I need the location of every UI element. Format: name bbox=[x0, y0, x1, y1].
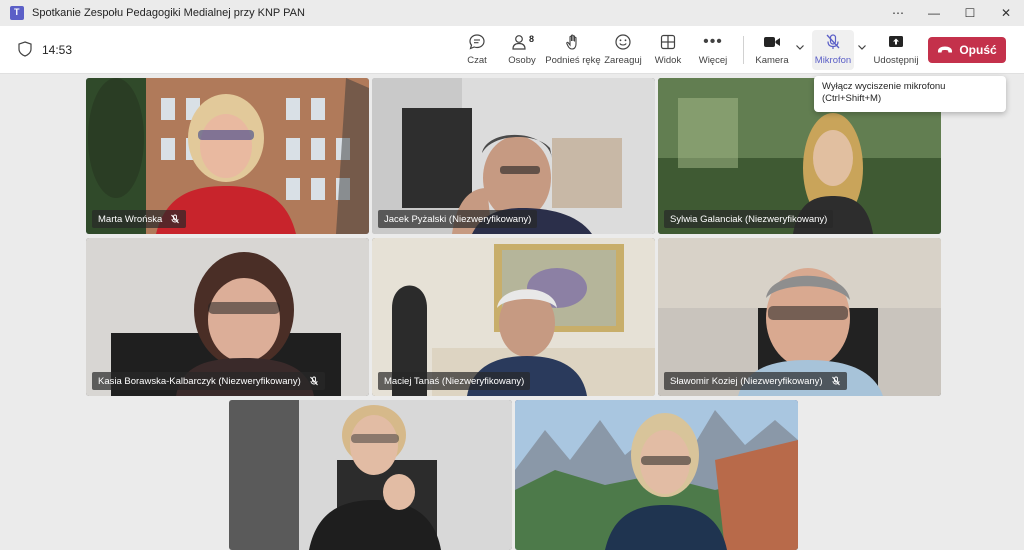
mic-muted-icon bbox=[831, 376, 840, 386]
chat-label: Czat bbox=[467, 55, 487, 66]
chat-icon bbox=[468, 31, 486, 53]
tooltip-line2: (Ctrl+Shift+M) bbox=[822, 93, 882, 104]
view-button[interactable]: Widok bbox=[652, 31, 684, 71]
react-label: Zareaguj bbox=[604, 55, 642, 66]
participant-tile[interactable]: Marta Wrońska bbox=[86, 78, 369, 234]
mic-label: Mikrofon bbox=[814, 55, 852, 66]
video-stage: Marta Wrońska Jacek Pyżalski (Niezweryfi… bbox=[0, 74, 1024, 550]
participant-tile[interactable]: Maciej Tanaś (Niezweryfikowany) bbox=[372, 238, 655, 396]
camera-button[interactable]: Kamera bbox=[754, 31, 790, 71]
view-label: Widok bbox=[654, 55, 682, 66]
share-screen-icon bbox=[887, 31, 905, 53]
meeting-timer: 14:53 bbox=[42, 43, 73, 57]
participant-nameplate: Maciej Tanaś (Niezweryfikowany) bbox=[378, 372, 531, 390]
participant-tile[interactable] bbox=[229, 400, 512, 550]
raise-hand-label: Podnieś rękę bbox=[545, 55, 601, 66]
more-button[interactable]: ••• Więcej bbox=[697, 31, 729, 71]
participant-tile[interactable]: Kasia Borawska-Kalbarczyk (Niezweryfikow… bbox=[86, 238, 369, 396]
share-label: Udostępnij bbox=[873, 55, 919, 66]
raise-hand-button[interactable]: Podnieś rękę bbox=[545, 31, 601, 71]
participant-name: Jacek Pyżalski (Niezweryfikowany) bbox=[384, 213, 532, 225]
hand-icon bbox=[564, 31, 582, 53]
share-button[interactable]: Udostępnij bbox=[873, 31, 919, 71]
participant-nameplate: Marta Wrońska bbox=[92, 210, 187, 228]
microphone-button[interactable]: Mikrofon bbox=[813, 31, 853, 71]
more-options-icon[interactable]: ⋯ bbox=[880, 0, 916, 26]
camera-icon bbox=[762, 31, 782, 53]
participant-video bbox=[229, 400, 512, 550]
mic-muted-icon bbox=[309, 376, 318, 386]
participant-tile[interactable]: Jacek Pyżalski (Niezweryfikowany) bbox=[372, 78, 655, 234]
hang-up-phone-icon bbox=[938, 46, 953, 53]
grid-view-icon bbox=[659, 31, 677, 53]
title-bar: Spotkanie Zespołu Pedagogiki Medialnej p… bbox=[0, 0, 1024, 26]
camera-options-chevron-down-icon[interactable] bbox=[795, 42, 805, 52]
participant-name: Kasia Borawska-Kalbarczyk (Niezweryfikow… bbox=[98, 375, 301, 387]
tooltip-line1: Wyłącz wyciszenie mikrofonu bbox=[822, 81, 946, 92]
participant-name: Sylwia Galanciak (Niezweryfikowany) bbox=[670, 213, 828, 225]
participant-nameplate: Sławomir Koziej (Niezweryfikowany) bbox=[664, 372, 847, 390]
mic-tooltip: Wyłącz wyciszenie mikrofonu (Ctrl+Shift+… bbox=[814, 76, 1006, 112]
close-button[interactable]: ✕ bbox=[988, 0, 1024, 26]
window-title: Spotkanie Zespołu Pedagogiki Medialnej p… bbox=[32, 7, 305, 19]
window-controls: ⋯ — ☐ ✕ bbox=[880, 0, 1024, 26]
chat-button[interactable]: Czat bbox=[463, 31, 491, 71]
mic-muted-icon bbox=[824, 31, 842, 53]
people-button[interactable]: 8 Osoby bbox=[506, 31, 538, 71]
leave-button[interactable]: Opuść bbox=[928, 37, 1006, 63]
more-label: Więcej bbox=[698, 55, 728, 66]
ellipsis-icon: ••• bbox=[703, 33, 723, 50]
participant-tile[interactable]: Sławomir Koziej (Niezweryfikowany) bbox=[658, 238, 941, 396]
react-button[interactable]: Zareaguj bbox=[604, 31, 642, 71]
mic-options-chevron-down-icon[interactable] bbox=[857, 42, 867, 52]
toolbar-divider bbox=[743, 36, 744, 64]
participant-nameplate: Jacek Pyżalski (Niezweryfikowany) bbox=[378, 210, 538, 228]
participant-name: Marta Wrońska bbox=[98, 213, 163, 225]
participant-tile[interactable] bbox=[515, 400, 798, 550]
maximize-button[interactable]: ☐ bbox=[952, 0, 988, 26]
mic-muted-icon bbox=[171, 214, 180, 224]
minimize-button[interactable]: — bbox=[916, 0, 952, 26]
camera-label: Kamera bbox=[755, 55, 789, 66]
people-count-badge: 8 bbox=[528, 34, 534, 44]
participant-name: Sławomir Koziej (Niezweryfikowany) bbox=[670, 375, 823, 387]
people-label: Osoby bbox=[508, 55, 536, 66]
meeting-toolbar: 14:53 Czat 8 Osoby Podnieś rękę Zareaguj… bbox=[0, 26, 1024, 74]
people-icon: 8 bbox=[510, 31, 534, 53]
participant-name: Maciej Tanaś (Niezweryfikowany) bbox=[384, 375, 525, 387]
teams-logo-icon bbox=[10, 6, 24, 20]
shield-icon bbox=[18, 41, 32, 57]
leave-label: Opuść bbox=[959, 43, 997, 57]
smiley-icon bbox=[614, 31, 632, 53]
participant-nameplate: Kasia Borawska-Kalbarczyk (Niezweryfikow… bbox=[92, 372, 325, 390]
participant-video bbox=[515, 400, 798, 550]
participant-nameplate: Sylwia Galanciak (Niezweryfikowany) bbox=[664, 210, 834, 228]
